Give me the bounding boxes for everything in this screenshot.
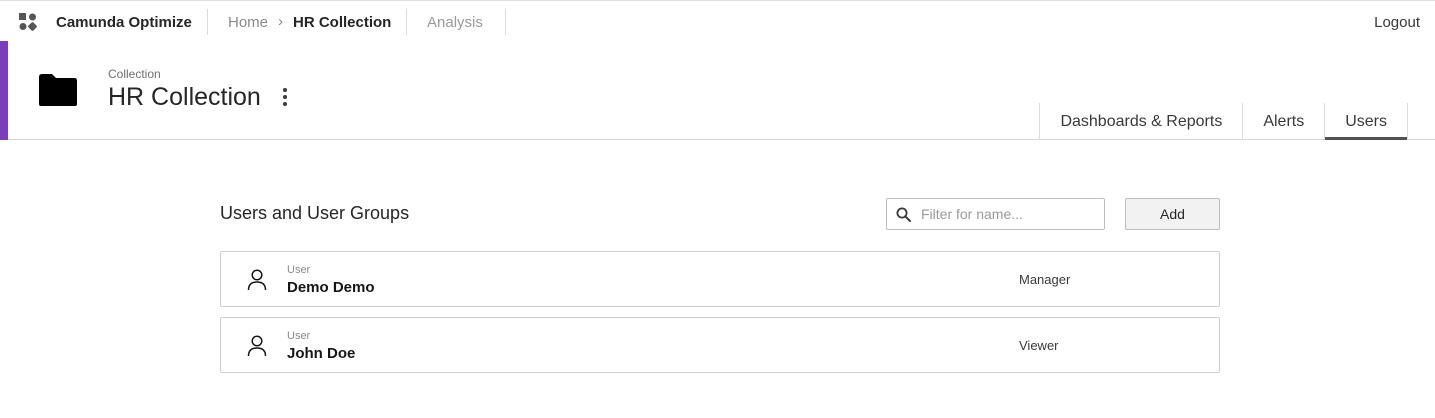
nav-divider [505,9,506,35]
list-item[interactable]: User John Doe Viewer [220,317,1220,373]
page-title: HR Collection [108,83,261,111]
nav-item-analysis[interactable]: Analysis [427,14,483,31]
section-title: Users and User Groups [220,203,410,223]
add-button[interactable]: Add [1125,198,1220,230]
list-item[interactable]: User Demo Demo Manager [220,251,1220,307]
collection-label: Collection [108,67,161,81]
tab-alerts[interactable]: Alerts [1242,103,1324,140]
user-type-label: User [287,264,311,276]
collection-header: Collection HR Collection Dashboards & Re… [0,41,1435,140]
folder-icon [39,74,77,106]
collection-tabs: Dashboards & Reports Alerts Users [1039,103,1408,140]
camunda-logo-icon[interactable] [19,13,37,31]
user-role: Manager [1019,272,1071,287]
user-icon [247,269,267,291]
user-icon [247,335,267,357]
breadcrumb-current[interactable]: HR Collection [293,14,391,31]
logout-button[interactable]: Logout [1374,14,1420,31]
search-icon [896,207,911,222]
user-type-label: User [287,330,311,342]
user-name: John Doe [287,345,356,362]
search-input[interactable] [921,199,1101,229]
app-name[interactable]: Camunda Optimize [56,14,192,31]
top-navigation: Camunda Optimize Home › HR Collection An… [0,0,1435,42]
breadcrumb-separator: › [278,13,283,30]
breadcrumb-home-link[interactable]: Home [228,14,268,31]
kebab-menu-icon[interactable] [276,87,294,107]
tab-dashboards-reports[interactable]: Dashboards & Reports [1039,103,1242,140]
tab-users[interactable]: Users [1324,103,1408,140]
search-field[interactable] [886,198,1105,230]
user-role: Viewer [1019,338,1059,353]
user-name: Demo Demo [287,279,375,296]
accent-bar [0,41,8,140]
nav-divider [406,9,407,35]
nav-divider [207,9,208,35]
